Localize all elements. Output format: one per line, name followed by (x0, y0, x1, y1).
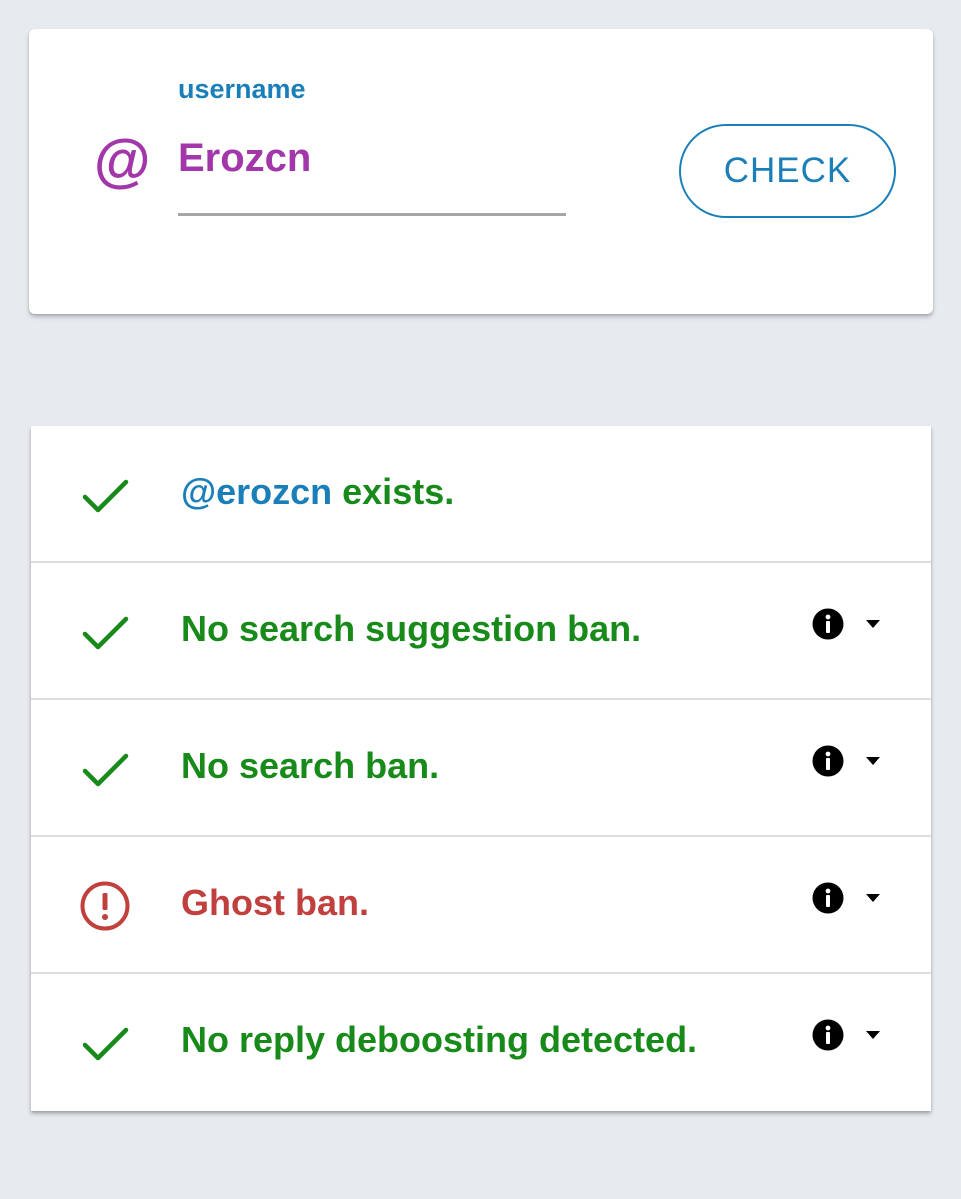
caret-down-icon[interactable] (865, 1030, 881, 1040)
result-suffix: exists. (332, 471, 455, 512)
result-row-search-suggestion-ban[interactable]: No search suggestion ban. (31, 563, 931, 700)
result-text: No reply deboosting detected. (181, 1019, 698, 1060)
caret-down-icon[interactable] (865, 619, 881, 629)
check-icon (82, 1027, 129, 1061)
alert-circle-icon (80, 881, 130, 931)
result-text: No search suggestion ban. (181, 608, 642, 649)
info-icon[interactable] (811, 1018, 845, 1052)
at-icon: @ (93, 129, 150, 194)
result-text: No search ban. (181, 745, 440, 786)
result-row-search-ban[interactable]: No search ban. (31, 700, 931, 837)
info-icon[interactable] (811, 607, 845, 641)
search-card: @ username CHECK (29, 29, 933, 314)
caret-down-icon[interactable] (865, 893, 881, 903)
info-icon[interactable] (811, 881, 845, 915)
info-icon[interactable] (811, 744, 845, 778)
result-text: Ghost ban. (181, 882, 369, 923)
username-input[interactable] (178, 131, 566, 216)
results-list: @erozcn exists. No search suggestion ban… (31, 426, 931, 1111)
result-row-exists: @erozcn exists. (31, 426, 931, 563)
username-handle: @erozcn (181, 471, 333, 512)
username-label: username (178, 74, 306, 104)
caret-down-icon[interactable] (865, 756, 881, 766)
result-row-ghost-ban[interactable]: Ghost ban. (31, 837, 931, 974)
check-icon (82, 479, 129, 513)
check-icon (82, 753, 129, 787)
result-row-reply-deboosting[interactable]: No reply deboosting detected. (31, 974, 931, 1111)
check-icon (82, 616, 129, 650)
check-button[interactable]: CHECK (679, 124, 896, 218)
result-text: @erozcn exists. (181, 470, 454, 514)
